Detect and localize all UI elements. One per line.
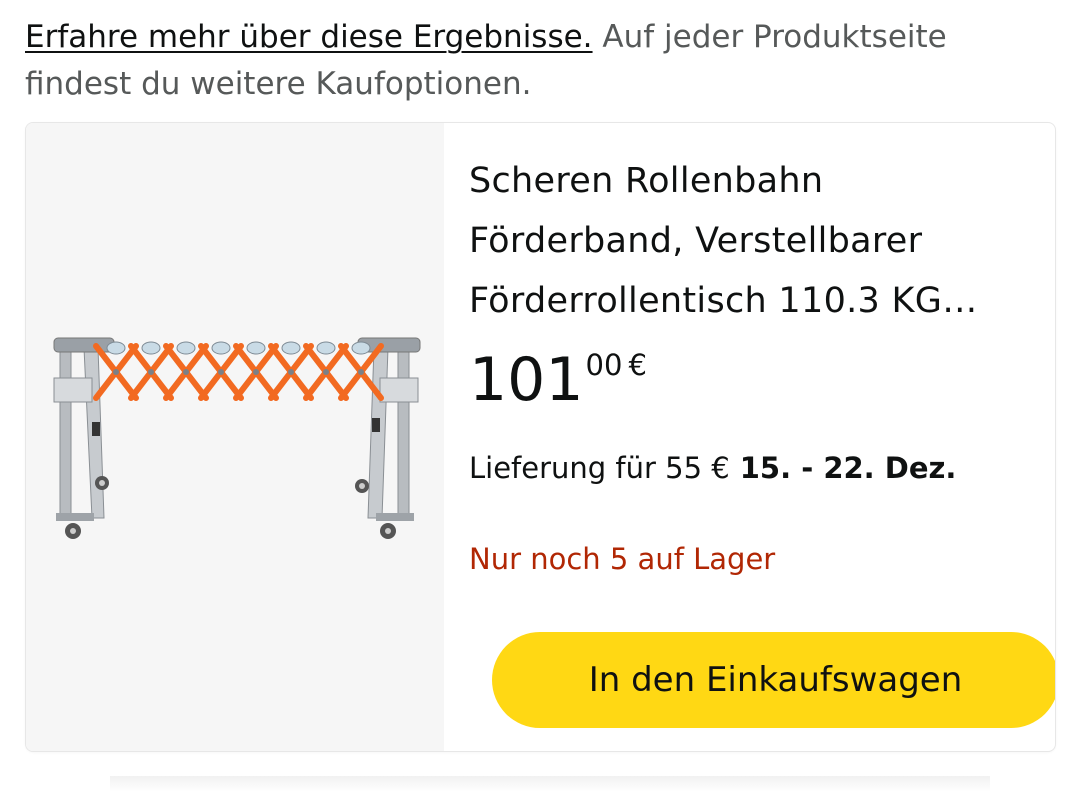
roller-conveyor-product-image — [53, 337, 421, 539]
delivery-cost: Lieferung für 55 € — [469, 451, 730, 485]
product-card[interactable]: Scheren Rollenbahn Förderband, Verstellb… — [25, 122, 1056, 752]
price-fraction: 00 — [585, 348, 623, 382]
delivery-dates: 15. - 22. Dez. — [739, 451, 957, 485]
stock-status: Nur noch 5 auf Lager — [469, 542, 776, 576]
search-results-page: Erfahre mehr über diese Ergebnisse. Auf … — [0, 0, 1080, 792]
lattice-pivots — [113, 369, 364, 375]
price-currency: € — [628, 348, 647, 382]
product-price: 10100 € — [469, 345, 647, 415]
product-title-line: Scheren Rollenbahn — [469, 161, 824, 201]
product-image[interactable] — [26, 123, 444, 751]
results-info-text: Erfahre mehr über diese Ergebnisse. Auf … — [25, 14, 1055, 108]
product-title-line: Förderrollentisch 110.3 KG… — [469, 281, 978, 321]
product-info: Scheren Rollenbahn Förderband, Verstellb… — [469, 123, 1055, 751]
left-end-roller — [53, 337, 115, 353]
product-title-line: Förderband, Verstellbarer — [469, 221, 923, 261]
left-leg-frame — [53, 347, 109, 539]
product-title[interactable]: Scheren Rollenbahn Förderband, Verstellb… — [469, 151, 1029, 331]
scissor-lattice — [93, 343, 384, 401]
next-card-edge — [110, 776, 990, 792]
price-whole: 101 — [469, 345, 584, 415]
learn-more-link[interactable]: Erfahre mehr über diese Ergebnisse. — [25, 19, 593, 55]
add-to-cart-button[interactable]: In den Einkaufswagen — [492, 632, 1055, 728]
delivery-info: Lieferung für 55 € 15. - 22. Dez. — [469, 448, 956, 488]
